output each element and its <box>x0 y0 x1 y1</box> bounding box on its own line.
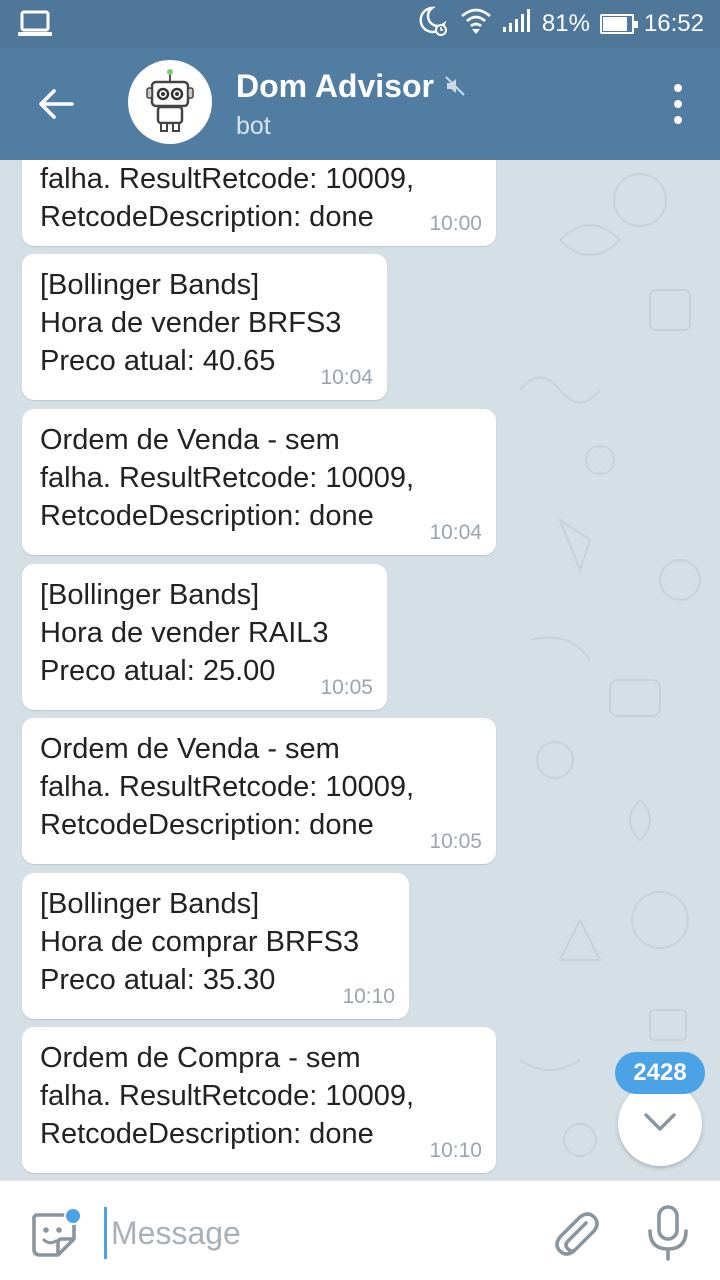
battery-percent: 81% <box>541 10 590 37</box>
message-text: Ordem de Venda - sem falha. ResultRetcod… <box>40 424 415 532</box>
message-time: 10:04 <box>320 366 373 389</box>
message-bubble[interactable]: Ordem de Venda - sem falha. ResultRetcod… <box>22 409 496 555</box>
message-bubble[interactable]: [Bollinger Bands] Hora de vender BRFS3 P… <box>22 254 387 400</box>
message-bubble[interactable]: [Bollinger Bands] Hora de comprar BRFS3 … <box>22 873 409 1019</box>
message-text: Ordem de Compra - sem falha. ResultRetco… <box>40 1042 415 1150</box>
new-stickers-indicator <box>64 1207 82 1225</box>
laptop-icon <box>18 10 52 42</box>
chat-subtitle: bot <box>236 112 271 140</box>
wifi-icon <box>460 7 492 42</box>
message-time: 10:05 <box>429 830 482 853</box>
message-text: [Bollinger Bands] Hora de comprar BRFS3 … <box>40 888 360 996</box>
message-composer <box>0 1180 720 1280</box>
microphone-icon[interactable] <box>646 1205 690 1261</box>
message-text: falha. ResultRetcode: 10009, RetcodeDesc… <box>40 163 415 233</box>
back-arrow-icon[interactable] <box>30 78 82 130</box>
message-input[interactable] <box>104 1207 524 1259</box>
message-time: 10:00 <box>429 212 482 235</box>
message-bubble[interactable]: Ordem de Compra - sem falha. ResultRetco… <box>22 1027 496 1173</box>
do-not-disturb-alarm-icon <box>416 5 450 44</box>
battery-icon <box>599 14 638 34</box>
message-list[interactable]: falha. ResultRetcode: 10009, RetcodeDesc… <box>0 160 720 1180</box>
clock: 16:52 <box>643 10 704 37</box>
signal-icon <box>502 8 532 40</box>
paperclip-icon[interactable] <box>552 1207 600 1259</box>
message-bubble[interactable]: [Bollinger Bands] Hora de vender RAIL3 P… <box>22 564 387 710</box>
message-time: 10:05 <box>320 676 373 699</box>
message-text: [Bollinger Bands] Hora de vender RAIL3 P… <box>40 579 329 687</box>
more-vert-icon[interactable] <box>666 84 690 124</box>
chevron-down-icon <box>642 1111 678 1137</box>
status-bar: 81% 16:52 <box>0 0 720 48</box>
chat-title-text: Dom Advisor <box>236 68 434 104</box>
message-time: 10:10 <box>342 985 395 1008</box>
chat-title[interactable]: Dom Advisor <box>236 68 466 105</box>
muted-speaker-icon <box>444 68 466 105</box>
unread-count-badge[interactable]: 2428 <box>615 1052 705 1094</box>
message-text: Ordem de Venda - sem falha. ResultRetcod… <box>40 733 415 841</box>
bot-avatar[interactable] <box>128 60 212 144</box>
chat-header: Dom Advisor bot <box>0 48 720 160</box>
scroll-down-button[interactable] <box>618 1082 702 1166</box>
message-bubble[interactable]: falha. ResultRetcode: 10009, RetcodeDesc… <box>22 160 496 246</box>
message-bubble[interactable]: Ordem de Venda - sem falha. ResultRetcod… <box>22 718 496 864</box>
message-time: 10:10 <box>429 1139 482 1162</box>
message-text: [Bollinger Bands] Hora de vender BRFS3 P… <box>40 269 342 377</box>
message-time: 10:04 <box>429 521 482 544</box>
